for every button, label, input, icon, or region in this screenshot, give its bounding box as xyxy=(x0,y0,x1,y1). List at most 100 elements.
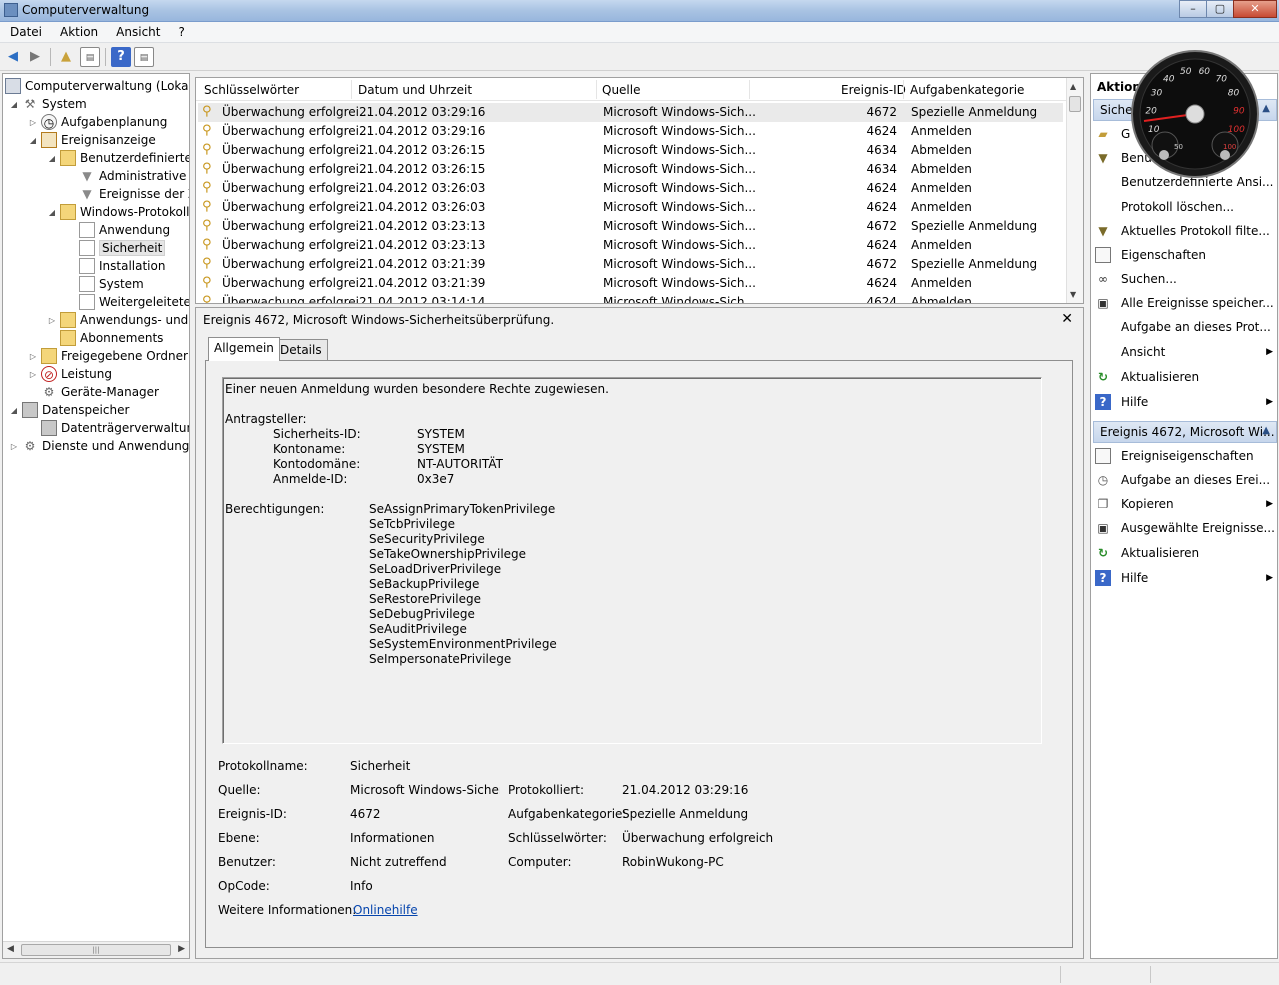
expand-arrow-icon[interactable]: ▷ xyxy=(28,370,38,379)
tree-item-system-log[interactable]: System xyxy=(66,275,144,293)
expand-arrow-icon[interactable]: ▷ xyxy=(28,118,38,127)
tree-item-setup[interactable]: Installation xyxy=(66,257,165,275)
table-row[interactable]: ⚲ Überwachung erfolgrei... 21.04.2012 03:2… xyxy=(198,274,1063,293)
table-row[interactable]: ⚲ Überwachung erfolgrei... 21.04.2012 03:2… xyxy=(198,122,1063,141)
action-save-all-events[interactable]: ▣ Alle Ereignisse speicher... xyxy=(1095,292,1275,314)
speedometer-gadget[interactable]: 1020304050 60708090100 50 100 xyxy=(1130,49,1260,179)
scroll-thumb[interactable] xyxy=(1069,96,1081,112)
cell-source: Microsoft Windows-Sich... xyxy=(603,181,756,195)
column-date[interactable]: Datum und Uhrzeit xyxy=(358,83,472,97)
collapse-arrow-icon[interactable]: ◢ xyxy=(47,154,57,163)
tree-item-forwarded[interactable]: Weitergeleitete E xyxy=(66,293,189,311)
scroll-up-icon[interactable]: ▲ xyxy=(1070,82,1076,91)
message-line: Einer neuen Anmeldung wurden besondere R… xyxy=(225,382,609,396)
properties-pane-icon[interactable]: ▤ xyxy=(134,47,154,67)
tree-item-custom-views[interactable]: ◢Benutzerdefinierte A xyxy=(47,149,189,167)
horizontal-scrollbar[interactable]: ◀ ||| ▶ xyxy=(3,941,189,958)
scroll-left-icon[interactable]: ◀ xyxy=(7,944,14,954)
table-row[interactable]: ⚲ Überwachung erfolgrei... 21.04.2012 03:2… xyxy=(198,160,1063,179)
close-detail-icon[interactable]: ✕ xyxy=(1061,311,1073,327)
action-help-event[interactable]: ? Hilfe ▶ xyxy=(1095,567,1275,589)
column-keywords[interactable]: Schlüsselwörter xyxy=(204,83,299,97)
action-copy[interactable]: ❐ Kopieren ▶ xyxy=(1095,493,1275,515)
table-row[interactable]: ⚲ Überwachung erfolgrei... 21.04.2012 03:2… xyxy=(198,217,1063,236)
moreinfo-label: Weitere Informationen: xyxy=(218,903,357,917)
tree-item-performance[interactable]: ▷ ⊘ Leistung xyxy=(28,365,112,383)
tree-item-security[interactable]: Sicherheit xyxy=(66,239,166,257)
cell-event-id: 4634 xyxy=(866,162,897,176)
back-arrow-icon[interactable]: ◀ xyxy=(3,47,23,67)
expand-arrow-icon[interactable]: ▷ xyxy=(47,316,57,325)
scroll-down-icon[interactable]: ▼ xyxy=(1070,290,1076,299)
tree-item-root[interactable]: Computerverwaltung (Lokal) xyxy=(5,77,189,95)
tab-general[interactable]: Allgemein xyxy=(208,337,280,361)
table-row[interactable]: ⚲ Überwachung erfolgrei... 21.04.2012 03:2… xyxy=(198,141,1063,160)
menu-ansicht[interactable]: Ansicht xyxy=(106,22,168,42)
collapse-icon[interactable]: ▲ xyxy=(1262,425,1270,436)
collapse-arrow-icon[interactable]: ◢ xyxy=(9,100,19,109)
minimize-button[interactable]: – xyxy=(1179,0,1207,18)
tree-item-app-logs[interactable]: ▷ Anwendungs- und D xyxy=(47,311,189,329)
tree-item-task-scheduler[interactable]: ▷ ◷ Aufgabenplanung xyxy=(28,113,167,131)
action-refresh[interactable]: ↻ Aktualisieren xyxy=(1095,366,1275,388)
column-task-category[interactable]: Aufgabenkategorie xyxy=(910,83,1024,97)
action-filter-log[interactable]: ▼ Aktuelles Protokoll filte... xyxy=(1095,220,1275,242)
collapse-arrow-icon[interactable]: ◢ xyxy=(28,136,38,145)
column-event-id[interactable]: Ereignis-ID xyxy=(841,83,906,97)
action-view[interactable]: Ansicht ▶ xyxy=(1095,341,1275,363)
help-icon[interactable]: ? xyxy=(111,47,131,67)
expand-arrow-icon[interactable]: ▷ xyxy=(9,442,19,451)
table-row[interactable]: ⚲ Überwachung erfolgrei... 21.04.2012 03:2… xyxy=(198,179,1063,198)
action-properties[interactable]: Eigenschaften xyxy=(1095,244,1275,266)
system-tools-icon: ⚒ xyxy=(24,97,36,111)
scroll-right-icon[interactable]: ▶ xyxy=(178,944,185,954)
expand-arrow-icon[interactable]: ▷ xyxy=(28,352,38,361)
domain-label: Kontodomäne: xyxy=(273,457,361,471)
scroll-thumb[interactable]: ||| xyxy=(21,944,171,956)
filter-icon: ▼ xyxy=(82,187,92,201)
tree-item-storage[interactable]: ◢ Datenspeicher xyxy=(9,401,129,419)
tab-details[interactable]: Details xyxy=(274,339,328,361)
collapse-icon[interactable]: ▲ xyxy=(1262,103,1270,114)
vertical-scrollbar[interactable]: ▲ ▼ xyxy=(1066,78,1083,303)
tree-item-subscriptions[interactable]: Abonnements xyxy=(47,329,163,347)
tree-item-windows-logs[interactable]: ◢ Windows-Protokolle xyxy=(47,203,189,221)
tree-item-device-manager[interactable]: ⚙ Geräte-Manager xyxy=(28,383,159,401)
tree-item-shared-folders[interactable]: ▷ Freigegebene Ordner xyxy=(28,347,188,365)
action-event-properties[interactable]: Ereigniseigenschaften xyxy=(1095,445,1275,467)
column-source[interactable]: Quelle xyxy=(602,83,640,97)
action-save-selected[interactable]: ▣ Ausgewählte Ereignisse... xyxy=(1095,517,1275,539)
tree-item-application[interactable]: Anwendung xyxy=(66,221,170,239)
tree-item-disk-management[interactable]: Datenträgerverwaltung xyxy=(28,419,189,437)
table-row[interactable]: ⚲ Überwachung erfolgrei... 21.04.2012 03:2… xyxy=(198,236,1063,255)
up-folder-icon[interactable]: ▲ xyxy=(56,47,76,67)
action-refresh-event[interactable]: ↻ Aktualisieren xyxy=(1095,542,1275,564)
action-find[interactable]: ∞ Suchen... xyxy=(1095,268,1275,290)
tree-item-events-of[interactable]: ▼Ereignisse der Zu xyxy=(66,185,189,203)
collapse-arrow-icon[interactable]: ◢ xyxy=(9,406,19,415)
tree-item-event-viewer[interactable]: ◢ Ereignisanzeige xyxy=(28,131,156,149)
menu-aktion[interactable]: Aktion xyxy=(50,22,106,42)
tree-item-services[interactable]: ▷ ⚙ Dienste und Anwendungen xyxy=(9,437,189,455)
show-hide-tree-icon[interactable]: ▤ xyxy=(80,47,100,67)
close-button[interactable]: ✕ xyxy=(1233,0,1277,18)
action-attach-task-log[interactable]: Aufgabe an dieses Prot... xyxy=(1095,316,1275,338)
forward-arrow-icon[interactable]: ▶ xyxy=(25,47,45,67)
log-icon xyxy=(79,240,95,256)
action-clear-log[interactable]: Protokoll löschen... xyxy=(1095,196,1275,218)
tree-item-admin-events[interactable]: ▼ Administrative E xyxy=(66,167,189,185)
menu-help[interactable]: ? xyxy=(168,22,192,42)
tree-item-system[interactable]: ◢ ⚒ System xyxy=(9,95,87,113)
table-row[interactable]: ⚲ Überwachung erfolgrei... 21.04.2012 03:2… xyxy=(198,255,1063,274)
table-row[interactable]: ⚲ Überwachung erfolgrei... 21.04.2012 03:2… xyxy=(198,198,1063,217)
actions-section-event[interactable]: Ereignis 4672, Microsoft Wi... ▲ xyxy=(1093,421,1277,443)
online-help-link[interactable]: Onlinehilfe xyxy=(353,903,418,917)
collapse-arrow-icon[interactable]: ◢ xyxy=(47,208,57,217)
menu-datei[interactable]: Datei xyxy=(0,22,50,42)
maximize-button[interactable]: ▢ xyxy=(1206,0,1234,18)
table-row[interactable]: ⚲ Überwachung erfolgrei... 21.04.2012 03:2… xyxy=(198,103,1063,122)
action-attach-task-event[interactable]: ◷ Aufgabe an dieses Erei... xyxy=(1095,469,1275,491)
cell-source: Microsoft Windows-Sich... xyxy=(603,276,756,290)
table-row[interactable]: ⚲ Überwachung erfolgrei... 21.04.2012 03:1… xyxy=(198,293,1063,303)
action-help[interactable]: ? Hilfe ▶ xyxy=(1095,391,1275,413)
